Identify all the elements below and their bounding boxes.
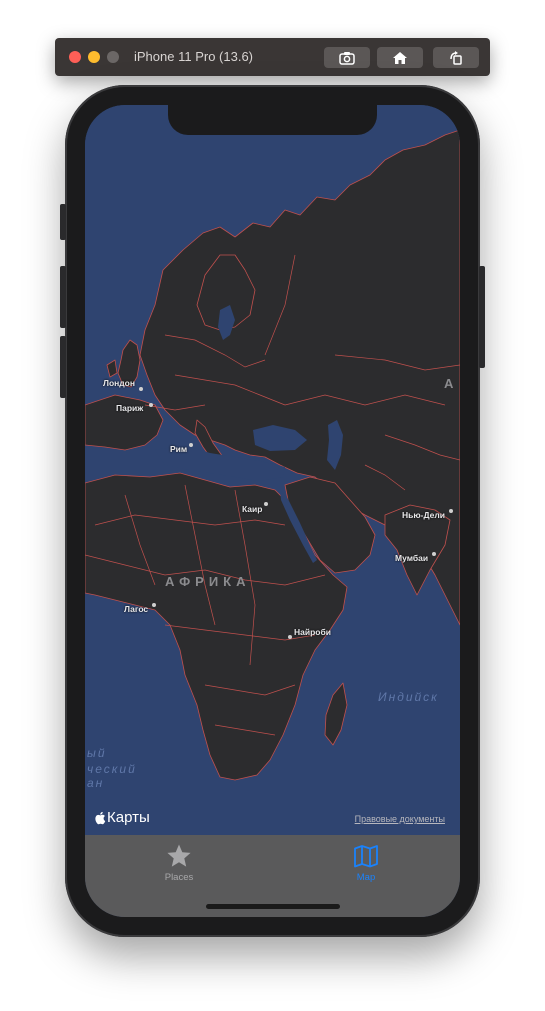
city-label-new-delhi[interactable]: Нью-Дели xyxy=(402,510,445,520)
maps-brand: Карты xyxy=(94,809,150,826)
city-dot-london xyxy=(139,387,143,391)
screenshot-button[interactable] xyxy=(324,47,370,68)
simulator-window: iPhone 11 Pro (13.6) Лондон Париж Рим Ка… xyxy=(0,0,545,1011)
legal-link[interactable]: Правовые документы xyxy=(355,814,445,824)
city-dot-lagos xyxy=(152,603,156,607)
notch xyxy=(168,105,377,135)
camera-icon xyxy=(339,51,355,65)
simulator-toolbar: iPhone 11 Pro (13.6) xyxy=(55,38,490,76)
map-icon xyxy=(354,845,378,868)
mute-switch xyxy=(60,204,66,240)
tab-map-label: Map xyxy=(356,872,376,883)
city-label-paris[interactable]: Париж xyxy=(116,403,143,413)
ocean-label-atlantic-1: ый xyxy=(87,746,107,760)
device-screen: Лондон Париж Рим Каир Нью-Дели Мумбаи Ла… xyxy=(85,105,460,917)
city-label-lagos[interactable]: Лагос xyxy=(124,604,148,614)
close-window-button[interactable] xyxy=(69,51,81,63)
tab-places[interactable]: Places xyxy=(129,843,229,887)
city-dot-nairobi xyxy=(288,635,292,639)
zoom-window-button[interactable] xyxy=(107,51,119,63)
rotate-icon xyxy=(450,50,462,65)
volume-down-button xyxy=(60,336,66,398)
rotate-button[interactable] xyxy=(433,47,479,68)
maps-brand-text: Карты xyxy=(107,809,150,826)
apple-logo-icon xyxy=(95,811,106,824)
minimize-window-button[interactable] xyxy=(88,51,100,63)
tab-places-label: Places xyxy=(164,872,194,883)
city-dot-cairo xyxy=(264,502,268,506)
city-dot-rome xyxy=(189,443,193,447)
city-label-mumbai[interactable]: Мумбаи xyxy=(395,553,428,563)
ocean-label-atlantic-3: ан xyxy=(87,776,105,790)
home-indicator[interactable] xyxy=(206,904,340,909)
map-view[interactable] xyxy=(85,105,460,835)
power-button xyxy=(479,266,485,368)
city-dot-new-delhi xyxy=(449,509,453,513)
city-label-nairobi[interactable]: Найроби xyxy=(294,627,331,637)
home-button[interactable] xyxy=(377,47,423,68)
city-label-cairo[interactable]: Каир xyxy=(242,504,262,514)
city-dot-mumbai xyxy=(432,552,436,556)
star-icon xyxy=(167,844,191,867)
ocean-label-atlantic-2: ческий xyxy=(87,762,137,776)
city-label-london[interactable]: Лондон xyxy=(103,378,135,388)
region-label-asia: А xyxy=(444,376,459,391)
volume-up-button xyxy=(60,266,66,328)
simulator-title: iPhone 11 Pro (13.6) xyxy=(134,49,253,64)
city-dot-paris xyxy=(149,403,153,407)
city-label-rome[interactable]: Рим xyxy=(170,444,187,454)
ocean-label-indian: Индийск xyxy=(378,690,439,704)
home-icon xyxy=(393,51,407,64)
region-label-africa: АФРИКА xyxy=(165,574,251,589)
tab-map[interactable]: Map xyxy=(316,843,416,887)
